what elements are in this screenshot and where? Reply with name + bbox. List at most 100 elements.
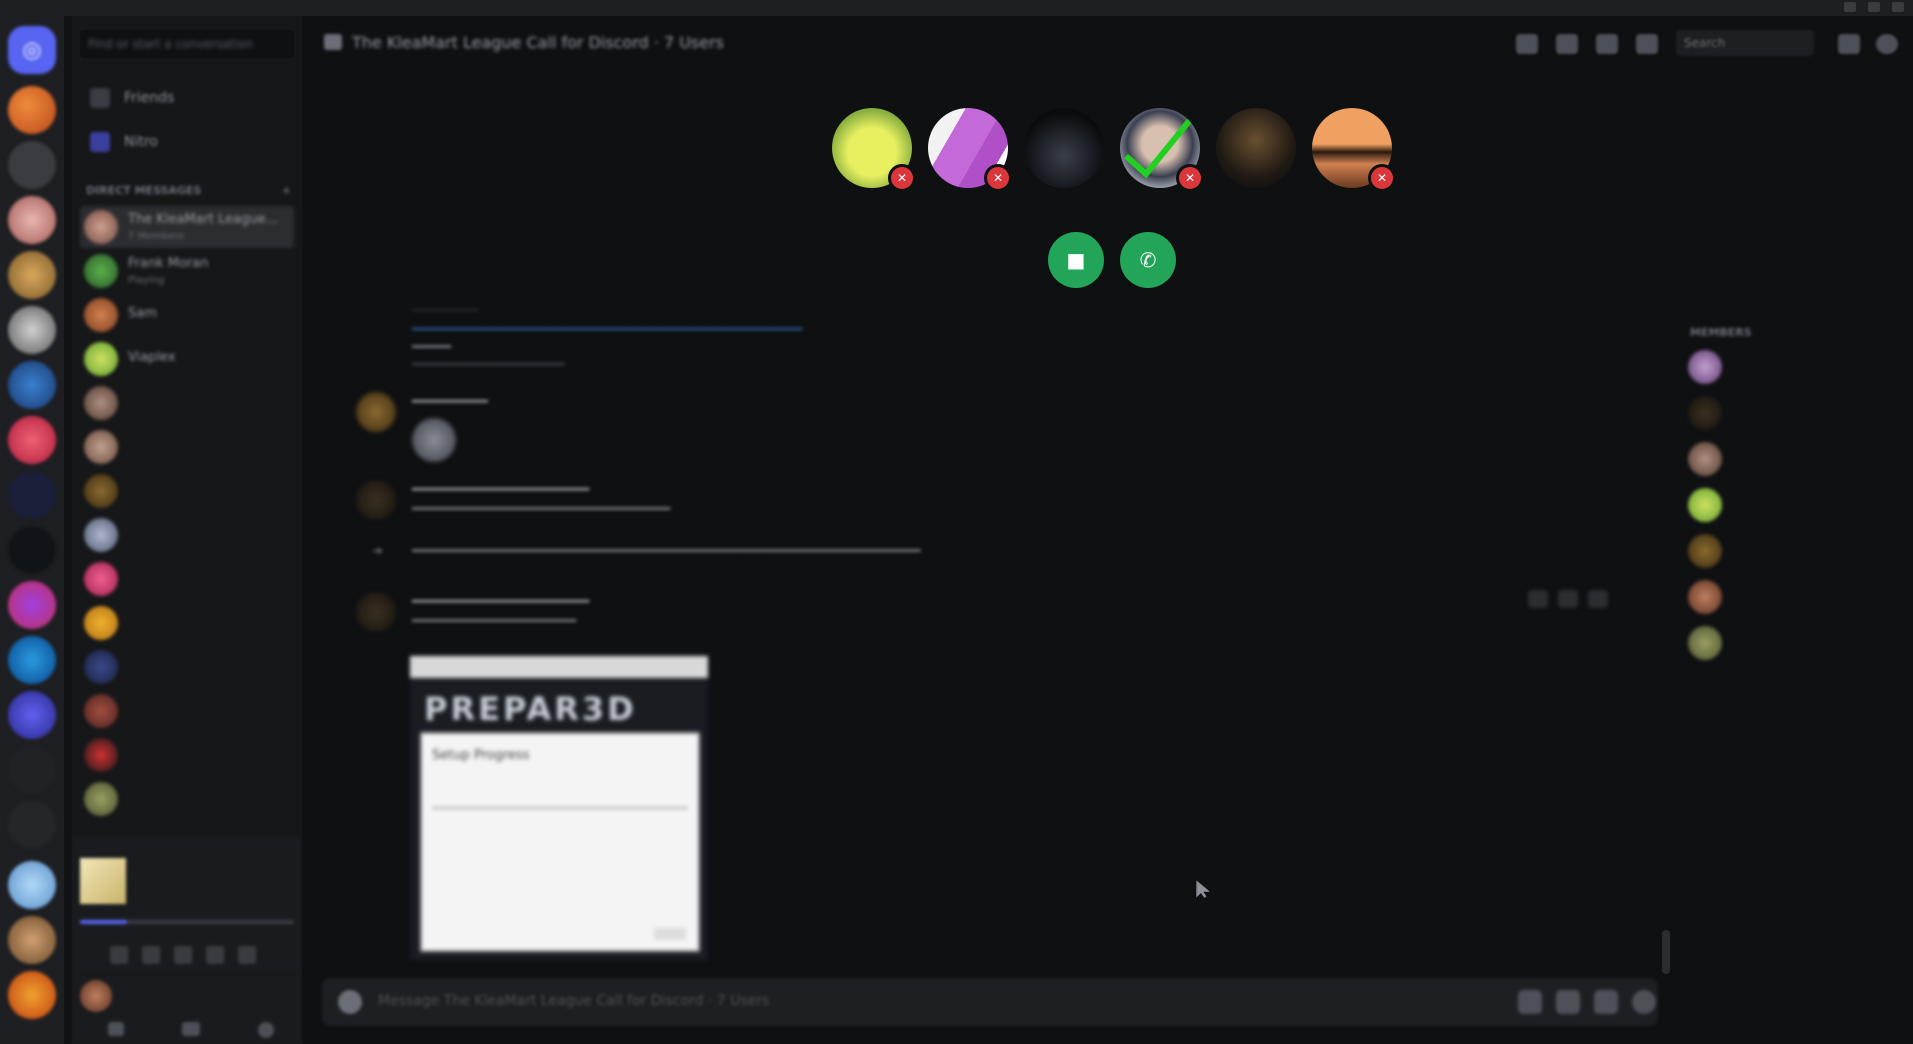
find-conversation-placeholder: Find or start a conversation <box>88 37 253 51</box>
microphone-icon[interactable] <box>108 1022 124 1036</box>
dm-item[interactable]: The KleaMart League... 7 Members <box>80 206 294 248</box>
call-participant[interactable]: ✕ <box>1312 108 1396 192</box>
member-item[interactable] <box>1688 622 1906 664</box>
server-icon[interactable] <box>8 86 56 134</box>
maximize-icon[interactable] <box>1868 2 1880 12</box>
avatar[interactable] <box>356 592 396 632</box>
find-conversation-input[interactable]: Find or start a conversation <box>80 30 294 58</box>
headphones-icon[interactable] <box>182 1022 200 1036</box>
server-icon[interactable] <box>8 746 56 794</box>
avatar[interactable] <box>356 392 396 432</box>
add-reaction-icon[interactable] <box>1528 590 1548 608</box>
message-author[interactable]: ━━━━━━━━━━━━━━━━━━━━━ <box>412 482 589 498</box>
scrollbar[interactable] <box>1662 930 1670 974</box>
server-icon[interactable] <box>8 691 56 739</box>
friends-icon <box>90 88 110 108</box>
dm-item[interactable]: Frank Moran Playing <box>80 250 294 292</box>
dm-item[interactable] <box>80 646 294 688</box>
message-composer[interactable]: Message The KleaMart League Call for Dis… <box>322 978 1658 1026</box>
discord-logo-icon[interactable]: ◎ <box>8 26 56 74</box>
server-icon[interactable] <box>8 801 56 849</box>
server-icon[interactable] <box>8 971 56 1019</box>
add-attachment-icon[interactable] <box>338 990 362 1014</box>
member-item[interactable] <box>1688 530 1906 572</box>
repeat-icon[interactable] <box>238 946 256 964</box>
dm-item[interactable] <box>80 690 294 732</box>
server-icon[interactable] <box>8 141 56 189</box>
player-progress[interactable] <box>80 920 294 924</box>
dm-item[interactable]: Viaplex <box>80 338 294 380</box>
avatar[interactable] <box>356 480 396 520</box>
settings-icon[interactable] <box>258 1022 274 1038</box>
message-link[interactable]: ━━━━━━━━━━━━━━━━━━━━━━━━━━━━━━━━━━━━━━━━… <box>412 322 802 336</box>
server-icon[interactable] <box>8 636 56 684</box>
dm-item[interactable] <box>80 778 294 820</box>
server-icon[interactable] <box>8 581 56 629</box>
dm-item[interactable] <box>80 470 294 512</box>
server-icon[interactable] <box>8 251 56 299</box>
reply-icon[interactable] <box>1558 590 1578 608</box>
shuffle-icon[interactable] <box>110 946 128 964</box>
message-author[interactable]: ━━━━━━━━━━━━━━━━━━━━━ <box>412 594 589 610</box>
call-participant[interactable]: ✕ <box>832 108 916 192</box>
message-author[interactable]: ━━━━━━━━━ <box>412 394 488 410</box>
member-item[interactable] <box>1688 392 1906 434</box>
sticker-image[interactable] <box>412 418 456 462</box>
server-icon[interactable] <box>8 526 56 574</box>
dm-item[interactable] <box>80 558 294 600</box>
call-participant[interactable]: ✕ <box>928 108 1012 192</box>
search-input[interactable]: Search <box>1676 30 1814 56</box>
server-icon[interactable] <box>8 916 56 964</box>
member-item[interactable] <box>1688 438 1906 480</box>
help-icon[interactable] <box>1876 34 1898 54</box>
members-icon[interactable] <box>1636 34 1658 54</box>
phone-icon[interactable] <box>1516 34 1538 54</box>
more-icon[interactable] <box>1588 590 1608 608</box>
next-icon[interactable] <box>206 946 224 964</box>
call-participant[interactable] <box>1024 108 1104 188</box>
gift-icon[interactable] <box>1518 990 1542 1014</box>
emoji-icon[interactable] <box>1632 990 1656 1014</box>
previous-icon[interactable] <box>142 946 160 964</box>
server-icon[interactable] <box>8 471 56 519</box>
server-icon[interactable] <box>8 861 56 909</box>
server-icon[interactable] <box>8 196 56 244</box>
pin-icon[interactable] <box>1556 34 1578 54</box>
member-item[interactable] <box>1688 484 1906 526</box>
timestamp: ────────── <box>412 304 479 317</box>
dm-item[interactable] <box>80 426 294 468</box>
nav-nitro[interactable]: Nitro <box>80 124 294 160</box>
voice-call-button[interactable]: ✆ <box>1120 232 1176 288</box>
splash-logo: PREPAR3D <box>424 690 637 728</box>
add-dm-icon[interactable]: + <box>282 184 291 197</box>
dm-item[interactable]: Sam <box>80 294 294 336</box>
play-icon[interactable] <box>174 946 192 964</box>
dm-item[interactable] <box>80 382 294 424</box>
dm-item[interactable] <box>80 734 294 776</box>
server-icon[interactable] <box>8 361 56 409</box>
sticker-icon[interactable] <box>1594 990 1618 1014</box>
add-member-icon[interactable] <box>1596 34 1618 54</box>
minimize-icon[interactable] <box>1844 2 1856 12</box>
server-icon[interactable] <box>8 416 56 464</box>
dm-item[interactable] <box>80 602 294 644</box>
avatar[interactable] <box>80 980 112 1012</box>
member-item[interactable] <box>1688 576 1906 618</box>
video-call-button[interactable]: ■ <box>1048 232 1104 288</box>
image-attachment[interactable]: PREPAR3D Setup Progress <box>410 656 708 960</box>
member-item[interactable] <box>1688 346 1906 388</box>
gif-icon[interactable] <box>1556 990 1580 1014</box>
inbox-icon[interactable] <box>1838 34 1860 54</box>
avatar <box>84 518 118 552</box>
main-panel: The KleaMart League Call for Discord · 7… <box>302 16 1913 1044</box>
nav-friends[interactable]: Friends <box>80 80 294 116</box>
muted-icon: ✕ <box>1368 164 1396 192</box>
server-icon[interactable] <box>8 306 56 354</box>
call-participant[interactable]: ✕ <box>1120 108 1204 192</box>
muted-icon: ✕ <box>1176 164 1204 192</box>
close-icon[interactable] <box>1892 2 1904 12</box>
avatar <box>1688 580 1722 614</box>
dm-item[interactable] <box>80 514 294 556</box>
message-text: ━━━━━━━━━━━━━━━━━━━━━━━━━━━━━━━━━ <box>412 502 671 517</box>
call-participant[interactable] <box>1216 108 1296 188</box>
